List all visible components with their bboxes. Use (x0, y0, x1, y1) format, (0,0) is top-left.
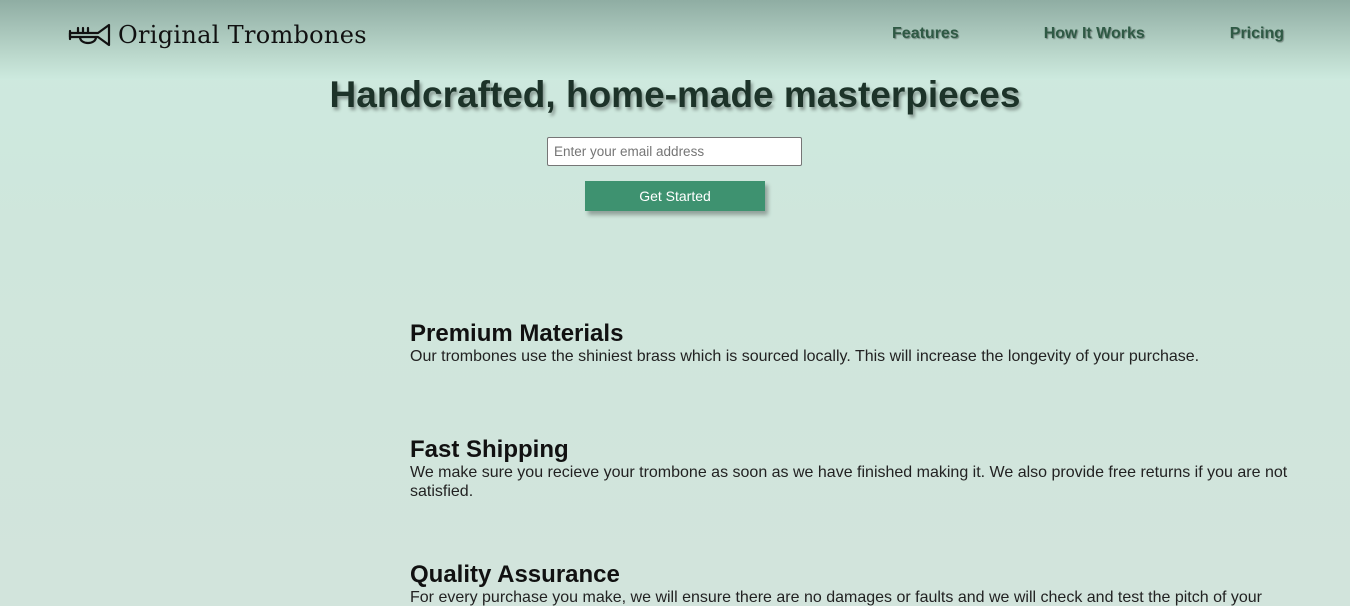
nav-link-how-it-works[interactable]: How It Works (1044, 25, 1145, 43)
feature-title: Fast Shipping (410, 436, 569, 463)
feature-title: Quality Assurance (410, 561, 620, 588)
feature-title: Premium Materials (410, 320, 624, 347)
brand-logo[interactable]: Original Trombones (68, 20, 367, 50)
main-nav: Features How It Works Pricing (892, 25, 1284, 43)
feature-quality-assurance: Quality Assurance For every purchase you… (410, 561, 1310, 606)
get-started-button[interactable]: Get Started (585, 181, 765, 211)
nav-link-features[interactable]: Features (892, 25, 959, 43)
feature-description: We make sure you recieve your trombone a… (410, 464, 1288, 500)
feature-premium-materials: Premium Materials Our trombones use the … (410, 320, 1310, 367)
site-header: Original Trombones Features How It Works… (0, 0, 1350, 80)
feature-description: Our trombones use the shiniest brass whi… (410, 348, 1200, 365)
feature-fast-shipping: Fast Shipping We make sure you recieve y… (410, 436, 1310, 501)
nav-link-pricing[interactable]: Pricing (1230, 25, 1284, 43)
trumpet-icon (68, 20, 112, 50)
brand-name: Original Trombones (118, 21, 367, 49)
email-input[interactable] (547, 137, 802, 166)
hero-title: Handcrafted, home-made masterpieces (329, 74, 1021, 115)
feature-description: For every purchase you make, we will ens… (410, 589, 1262, 606)
